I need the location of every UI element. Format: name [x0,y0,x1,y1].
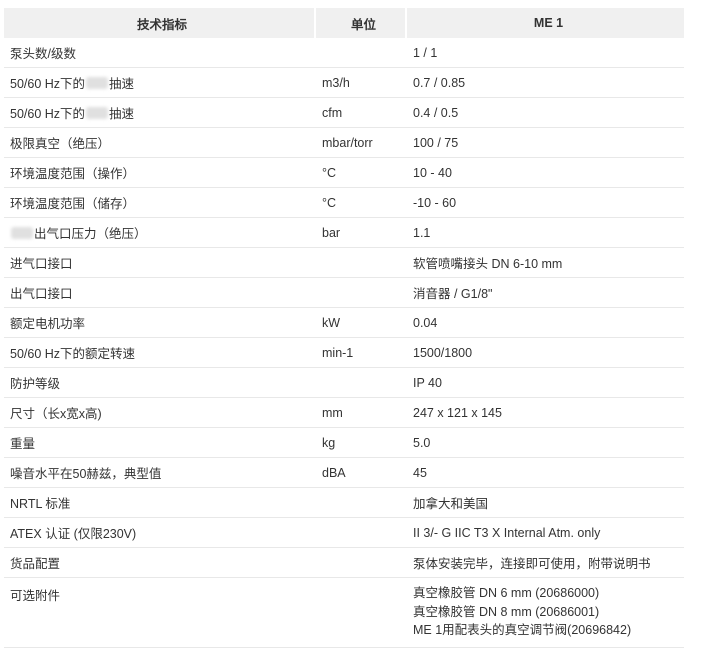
row-name: 出气口接口 [10,287,73,301]
table-header: 技术指标 单位 ME 1 [4,8,684,38]
table-row: 出气口接口 消音器 / G1/8" [4,278,684,308]
row-value: -10 - 60 [413,195,457,210]
row-unit: mm [322,405,343,420]
row-name: 额定电机功率 [10,317,86,331]
row-name: 尺寸（长x宽x高) [10,407,102,421]
row-unit [316,38,407,67]
row-name: ATEX 认证 (仅限230V) [10,527,137,541]
row-value: 0.04 [413,315,438,330]
row-name-suffix: 出气口压力（绝压） [34,227,147,241]
row-value: 泵体安装完毕，连接即可使用，附带说明书 [413,557,651,571]
table-row: 50/60 Hz下的 抽速 m3/h 0.7 / 0.85 [4,68,684,98]
row-name: NRTL 标准 [10,497,71,511]
row-value: 真空橡胶管 DN 6 mm (20686000) 真空橡胶管 DN 8 mm (… [407,578,684,639]
table-row: 50/60 Hz下的额定转速 min-1 1500/1800 [4,338,684,368]
row-unit [316,368,407,397]
row-value: 10 - 40 [413,165,452,180]
table-row: 额定电机功率 kW 0.04 [4,308,684,338]
table-row: 极限真空（绝压） mbar/torr 100 / 75 [4,128,684,158]
row-unit: bar [322,225,341,240]
row-unit [316,548,407,577]
row-name: 50/60 Hz下的 抽速 [4,68,316,97]
row-name: 50/60 Hz下的 抽速 [4,98,316,127]
row-value: 45 [413,465,427,480]
row-unit [316,248,407,277]
row-unit [316,518,407,547]
redaction-blur [86,76,109,89]
row-value: 消音器 / G1/8" [413,287,493,301]
row-unit: min-1 [322,345,354,360]
row-name-suffix: 抽速 [109,77,135,91]
row-value: 1.1 [413,225,431,240]
spec-table: 技术指标 单位 ME 1 泵头数/级数 1 / 1 50/60 Hz下的 抽速 … [4,8,684,648]
accessory-item: 真空橡胶管 DN 6 mm (20686000) [413,586,600,600]
row-name: 重量 [10,437,36,451]
row-name-prefix: 50/60 Hz下的 [10,107,86,121]
table-row: 环境温度范围（储存） °C -10 - 60 [4,188,684,218]
table-row: 50/60 Hz下的 抽速 cfm 0.4 / 0.5 [4,98,684,128]
redaction-blur [86,106,109,119]
row-name-prefix: 50/60 Hz下的 [10,77,86,91]
row-name: 50/60 Hz下的额定转速 [10,347,136,361]
row-name: 防护等级 [10,377,61,391]
header-spec: 技术指标 [4,8,316,38]
row-name: 货品配置 [10,557,61,571]
accessory-item: 真空橡胶管 DN 8 mm (20686001) [413,604,600,619]
row-name-suffix: 抽速 [109,107,135,121]
row-value: 加拿大和美国 [413,497,489,511]
row-name: 噪音水平在50赫兹，典型值 [10,467,162,481]
row-name: 极限真空（绝压） [10,137,111,151]
row-unit: m3/h [322,75,350,90]
row-unit: kg [322,435,336,450]
row-unit: °C [322,195,337,210]
row-unit: dBA [322,465,346,480]
table-row: NRTL 标准 加拿大和美国 [4,488,684,518]
row-value: 软管喷嘴接头 DN 6-10 mm [413,257,563,271]
row-name: 可选附件 [10,589,61,603]
table-row: 泵头数/级数 1 / 1 [4,38,684,68]
header-model: ME 1 [533,16,564,30]
row-name: 出气口压力（绝压） [4,218,316,247]
row-value: 0.7 / 0.85 [413,75,466,90]
row-value: IP 40 [413,375,442,390]
row-unit: °C [322,165,337,180]
row-unit [316,488,407,517]
row-value: 5.0 [413,435,431,450]
row-value: II 3/- G IIC T3 X Internal Atm. only [413,525,601,540]
row-name: 环境温度范围（操作） [10,167,136,181]
row-unit: mbar/torr [322,135,373,150]
table-row: 防护等级 IP 40 [4,368,684,398]
row-value: 247 x 121 x 145 [413,405,502,420]
table-row: 噪音水平在50赫兹，典型值 dBA 45 [4,458,684,488]
row-value: 0.4 / 0.5 [413,105,459,120]
row-value: 100 / 75 [413,135,459,150]
table-row: ATEX 认证 (仅限230V) II 3/- G IIC T3 X Inter… [4,518,684,548]
table-row: 重量 kg 5.0 [4,428,684,458]
row-value: 1 / 1 [413,45,438,60]
redaction-blur [11,226,33,239]
table-row: 环境温度范围（操作） °C 10 - 40 [4,158,684,188]
header-unit: 单位 [316,8,407,38]
row-unit [316,278,407,307]
table-row: 进气口接口 软管喷嘴接头 DN 6-10 mm [4,248,684,278]
row-unit: kW [322,315,341,330]
table-row: 出气口压力（绝压） bar 1.1 [4,218,684,248]
table-row: 尺寸（长x宽x高) mm 247 x 121 x 145 [4,398,684,428]
row-name: 进气口接口 [10,257,73,271]
accessory-list: 真空橡胶管 DN 6 mm (20686000) 真空橡胶管 DN 8 mm (… [413,585,631,639]
row-unit: cfm [322,105,343,120]
row-name: 环境温度范围（储存） [10,197,136,211]
accessory-item: ME 1用配表头的真空调节阀(20696842) [413,623,632,637]
row-name: 泵头数/级数 [10,47,76,61]
row-unit [316,578,407,585]
table-row: 货品配置 泵体安装完毕，连接即可使用，附带说明书 [4,548,684,578]
row-value: 1500/1800 [413,345,473,360]
table-row-accessories: 可选附件 真空橡胶管 DN 6 mm (20686000) 真空橡胶管 DN 8… [4,578,684,648]
